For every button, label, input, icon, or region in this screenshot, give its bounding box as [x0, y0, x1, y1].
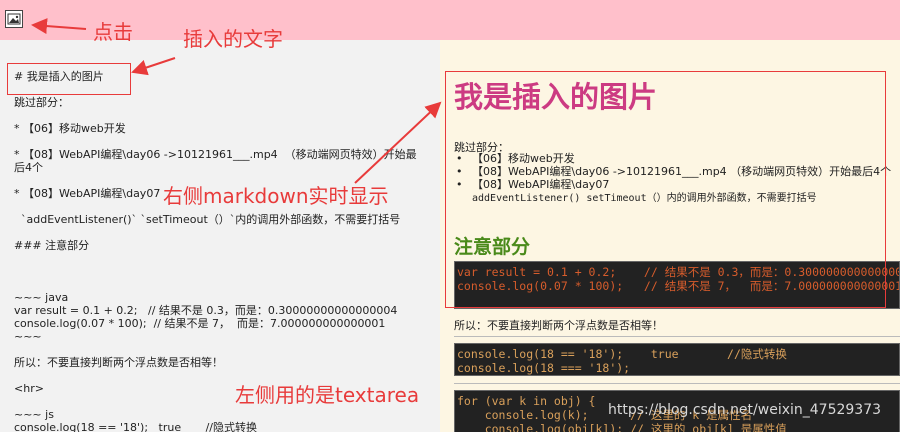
annotation-box-inserted-text	[7, 63, 131, 95]
watermark: https://blog.csdn.net/weixin_47529373	[608, 402, 882, 418]
insert-image-button[interactable]	[5, 10, 23, 28]
annotation-inserted-text: 插入的文字	[183, 27, 283, 51]
markdown-editor[interactable]: # 我是插入的图片 跳过部分： * 【06】移动web开发 * 【08】WebA…	[0, 40, 440, 432]
preview-divider	[454, 336, 900, 337]
annotation-click: 点击	[93, 20, 133, 44]
preview-divider	[454, 383, 900, 384]
annotation-right-live: 右侧markdown实时显示	[163, 184, 389, 208]
editor-textarea-content[interactable]: # 我是插入的图片 跳过部分： * 【06】移动web开发 * 【08】WebA…	[14, 70, 438, 432]
annotation-box-preview	[445, 71, 886, 308]
preview-note: 所以：不要直接判断两个浮点数是否相等！	[454, 319, 663, 332]
annotation-left-textarea: 左侧用的是textarea	[235, 383, 420, 407]
code-block-js: console.log(18 == '18'); true //隐式转换 con…	[454, 343, 900, 376]
image-icon	[7, 13, 21, 25]
toolbar	[0, 0, 900, 40]
